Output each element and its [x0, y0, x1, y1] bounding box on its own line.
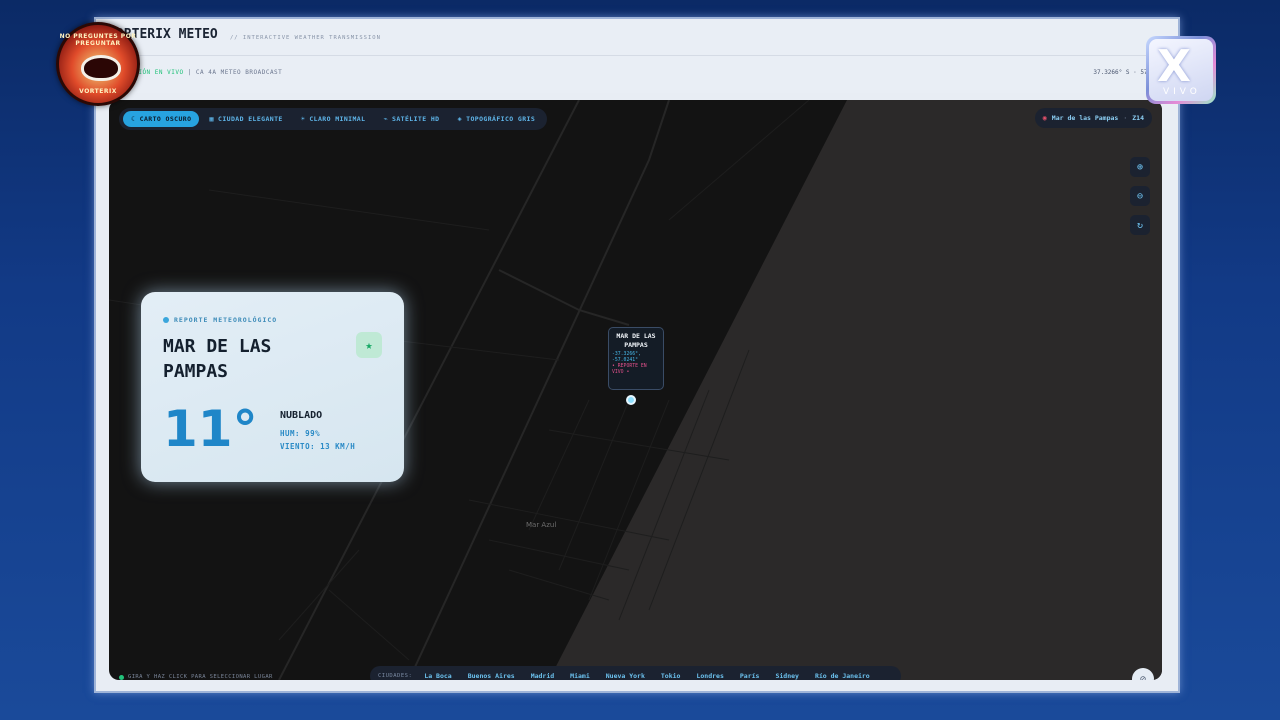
location-pin-icon: ◉ [1042, 114, 1047, 122]
report-label-text: REPORTE METEOROLÓGICO [174, 316, 278, 324]
logo-vivo-text: VIVO [1163, 87, 1201, 97]
status-line: MISIÓN EN VIVO | CA 4A METEO BROADCAST [126, 69, 282, 76]
street [508, 569, 610, 601]
channel-logo-right: X VIVO [1146, 36, 1216, 104]
street [468, 499, 670, 541]
reset-icon: ↻ [1136, 219, 1144, 231]
channel-logo-left: NO PREGUNTES POR PREGUNTAR VORTERIX [56, 22, 140, 106]
moon-icon: ☾ [131, 115, 136, 123]
map-hint: GIRA Y HAZ CLICK PARA SELECCIONAR LUGAR [119, 674, 273, 680]
logo-left-top-text: NO PREGUNTES POR PREGUNTAR [59, 33, 137, 47]
city-link-nueva-york[interactable]: Nueva York [606, 672, 645, 680]
logo-x-mark: X [1157, 41, 1191, 92]
map-canvas[interactable]: ☾ CARTO OSCURO ▦ CIUDAD ELEGANTE ☀ CLARO… [109, 100, 1162, 680]
style-tab-claro-minimal[interactable]: ☀ CLARO MINIMAL [293, 111, 374, 127]
zoom-out-icon: ⊖ [1136, 190, 1144, 202]
style-tab-label: CLARO MINIMAL [309, 115, 366, 123]
weather-condition: NUBLADO [280, 410, 323, 421]
city-link-buenos-aires[interactable]: Buenos Aires [468, 672, 515, 680]
street [558, 399, 630, 571]
style-tab-topografico-gris[interactable]: ◈ TOPOGRÁFICO GRIS [450, 111, 544, 127]
city-link-la-boca[interactable]: La Boca [424, 672, 451, 680]
zoom-in-icon: ⊕ [1136, 161, 1144, 173]
status-text: | CA 4A METEO BROADCAST [187, 69, 283, 76]
location-name: Mar de las Pampas [1051, 114, 1119, 122]
zoom-in-button[interactable]: ⊕ [1130, 157, 1150, 177]
sun-icon: ☀ [300, 115, 306, 123]
street [278, 549, 360, 641]
style-tab-carto-oscuro[interactable]: ☾ CARTO OSCURO [123, 111, 200, 127]
marker-popup[interactable]: MAR DE LAS PAMPAS -37.3266°, -57.0241° •… [608, 327, 664, 390]
road-branch [498, 269, 630, 326]
favorite-button[interactable]: ★ [356, 332, 382, 358]
street [528, 399, 590, 531]
humidity: HUM: 99% [280, 429, 321, 438]
wind: VIENTO: 13 KM/H [280, 442, 356, 451]
style-tab-label: TOPOGRÁFICO GRIS [466, 115, 536, 123]
reset-view-button[interactable]: ↻ [1130, 215, 1150, 235]
app-subtitle: // INTERACTIVE WEATHER TRANSMISSION [230, 35, 381, 41]
layers-icon: ◈ [457, 115, 463, 123]
app-header: ORTERIX METEO // INTERACTIVE WEATHER TRA… [96, 19, 1178, 93]
city-link-paris[interactable]: París [740, 672, 760, 680]
street [618, 389, 710, 621]
header-divider [96, 55, 1178, 56]
street [648, 349, 750, 611]
hint-dot-icon [119, 674, 124, 680]
app-window: ORTERIX METEO // INTERACTIVE WEATHER TRA… [94, 17, 1180, 693]
style-tab-label: CARTO OSCURO [139, 115, 192, 123]
cities-label: CIUDADES: [378, 673, 413, 679]
city-link-sidney[interactable]: Sidney [775, 672, 798, 680]
city-link-madrid[interactable]: Madrid [531, 672, 554, 680]
weather-report-card: REPORTE METEOROLÓGICO MAR DE LAS PAMPAS … [141, 292, 404, 482]
street [328, 589, 410, 661]
marker-live: • REPORTE EN VIVO • [612, 364, 647, 375]
zoom-level: Z14 [1132, 114, 1144, 122]
location-marker-icon[interactable] [626, 395, 636, 405]
marker-city: MAR DE LAS PAMPAS [616, 332, 656, 349]
map-style-bar: ☾ CARTO OSCURO ▦ CIUDAD ELEGANTE ☀ CLARO… [119, 108, 548, 130]
chip-separator: · [1123, 114, 1128, 122]
map-place-label: Mar Azul [526, 521, 557, 529]
marker-coords: -37.3266°, -57.0241° [612, 352, 641, 363]
report-label: REPORTE METEOROLÓGICO [163, 316, 277, 324]
hint-text: GIRA Y HAZ CLICK PARA SELECCIONAR LUGAR [128, 674, 273, 680]
report-dot-icon [163, 317, 169, 323]
building-icon: ▦ [209, 115, 215, 123]
location-chip[interactable]: ◉ Mar de las Pampas · Z14 [1034, 108, 1152, 128]
style-tab-label: SATÉLITE HD [392, 115, 440, 123]
style-tab-label: CIUDAD ELEGANTE [218, 115, 283, 123]
logo-left-bottom-text: VORTERIX [79, 88, 117, 95]
report-city: MAR DE LAS PAMPAS [163, 336, 272, 382]
city-link-londres[interactable]: Londres [696, 672, 723, 680]
city-link-miami[interactable]: Miami [570, 672, 590, 680]
cities-bar: CIUDADES: La Boca Buenos Aires Madrid Mi… [370, 666, 901, 680]
street [208, 189, 490, 231]
mouth-icon [81, 55, 121, 81]
style-tab-ciudad-elegante[interactable]: ▦ CIUDAD ELEGANTE [201, 111, 290, 127]
style-tab-satelite-hd[interactable]: ⌁ SATÉLITE HD [375, 111, 447, 127]
street [668, 100, 810, 221]
street [548, 429, 730, 461]
city-link-rio-de-janeiro[interactable]: Río de Janeiro [815, 672, 870, 680]
zoom-out-button[interactable]: ⊖ [1130, 186, 1150, 206]
compass-icon: ⊘ [1139, 673, 1147, 681]
satellite-icon: ⌁ [383, 115, 389, 123]
city-link-tokio[interactable]: Tokio [661, 672, 681, 680]
star-icon: ★ [365, 338, 373, 352]
temperature: 11° [163, 400, 258, 458]
street [488, 539, 630, 571]
